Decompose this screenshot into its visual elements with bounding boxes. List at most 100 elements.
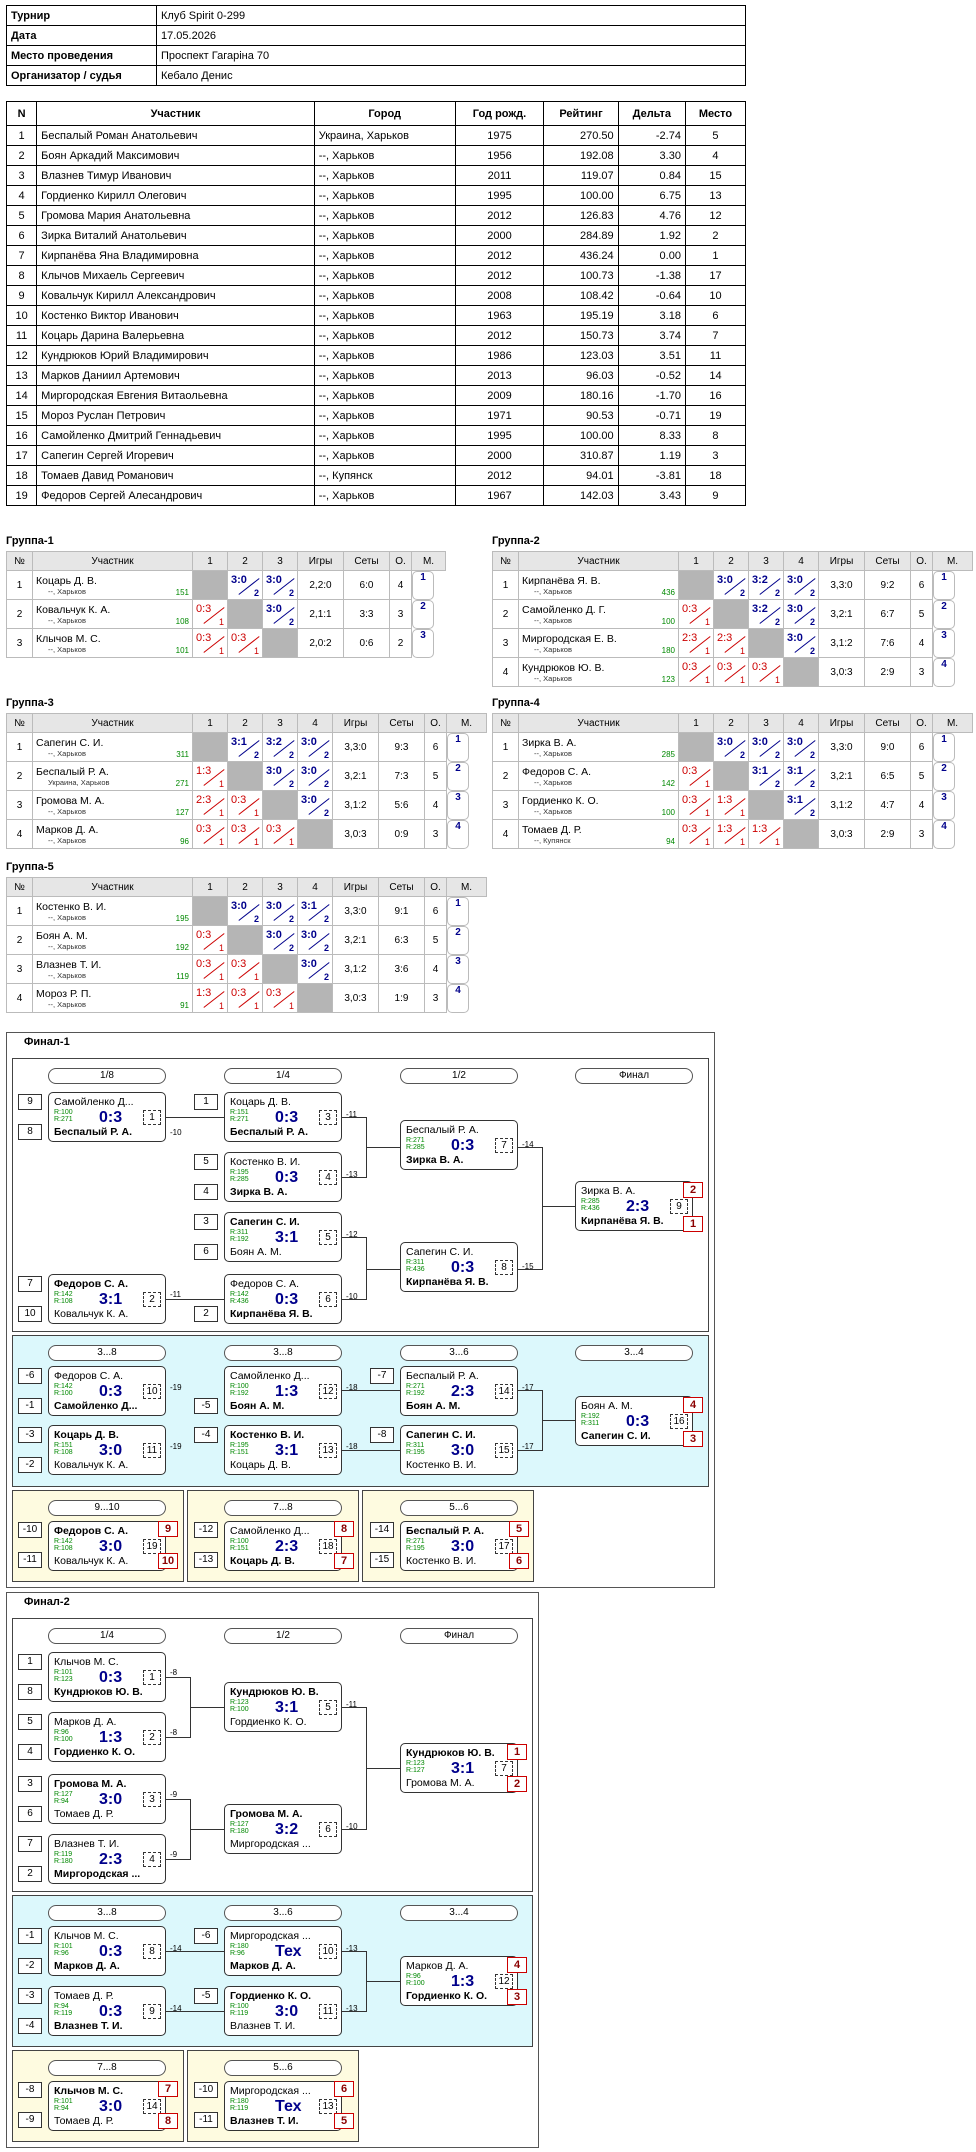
match-box[interactable]: Зирка В. А. R:285 R:436 2:3 9 Кирпанёва Я. В. — [575, 1181, 693, 1231]
match-score: 3:1 — [451, 1760, 475, 1777]
match-points: 2 — [323, 808, 329, 818]
group-sets: 3:6 — [378, 954, 425, 984]
player-city: --, Харьков — [48, 644, 86, 654]
participant-cell: 2000 — [454, 225, 545, 246]
player-2: Коцарь Д. В. — [230, 1555, 295, 1567]
participant-cell: 6.75 — [617, 185, 686, 206]
match-box[interactable]: Самойленко Д... R:100 R:271 0:3 1 Беспалый Р.… — [48, 1092, 166, 1142]
group-row: 1 Костенко В. И. --, Харьков 195 3:0 2 3:0 2 3:1… — [6, 896, 487, 926]
rating-2: R:285 — [230, 1176, 249, 1183]
match-box[interactable]: Гордиенко К. О. R:100 R:119 3:0 11 Влазнев Т.… — [224, 1986, 342, 2036]
participant-cell: 2012 — [454, 325, 545, 346]
player-cell: Самойленко Д. Г. --, Харьков 100 — [518, 599, 679, 629]
match-box[interactable]: Марков Д. А. R:96 R:100 1:3 2 Гордиенко К. О. — [48, 1712, 166, 1762]
match-box[interactable]: Федоров С. А. R:142 R:100 0:3 10 Самойленко Д… — [48, 1366, 166, 1416]
match-box[interactable]: Сапегин С. И. R:311 R:195 3:0 15 Костенко В. … — [400, 1425, 518, 1475]
match-number: 15 — [495, 1443, 513, 1458]
group-row: 3 Клычов М. С. --, Харьков 101 0:3 1 0:3 1 2,0:2… — [6, 628, 446, 658]
group-column-header: 2 — [713, 713, 749, 733]
match-box[interactable]: Марков Д. А. R:96 R:100 1:3 12 Гордиенко К. О… — [400, 1956, 518, 2006]
participant-cell: Влазнев Тимур Иванович — [36, 165, 315, 186]
place-number: 1 — [507, 1744, 527, 1760]
match-box[interactable]: Боян А. М. R:192 R:311 0:3 16 Сапегин С. И. — [575, 1396, 693, 1446]
group-sets: 6:5 — [864, 761, 911, 791]
match-box[interactable]: Беспалый Р. А. R:271 R:195 3:0 17 Костенко В.… — [400, 1521, 518, 1571]
participant-cell: --, Харьков — [313, 325, 456, 346]
final-1-title: Финал-1 — [24, 1036, 70, 1048]
match-box[interactable]: Костенко В. И. R:195 R:151 3:1 13 Коцарь Д. В… — [224, 1425, 342, 1475]
participant-cell: 270.50 — [543, 125, 619, 146]
match-box[interactable]: Миргородская ... R:180 R:96 Тех 10 Марков Д. … — [224, 1926, 342, 1976]
match-box[interactable]: Беспалый Р. А. R:271 R:285 0:3 7 Зирка В. А. — [400, 1120, 518, 1170]
rating-1: R:100 — [230, 2003, 249, 2010]
player-cell: Клычов М. С. --, Харьков 101 — [32, 628, 193, 658]
loser-link: -18 — [346, 1442, 358, 1451]
match-box[interactable]: Влазнев Т. И. R:119 R:180 2:3 4 Миргородская … — [48, 1834, 166, 1884]
rating-2: R:195 — [406, 1449, 425, 1456]
participant-cell: 180.16 — [543, 385, 619, 406]
participant-cell: 19 — [684, 405, 747, 426]
group-column-header: № — [6, 551, 33, 571]
participant-cell: Марков Даниил Артемович — [36, 365, 315, 386]
player-rating: 119 — [176, 972, 189, 981]
place-number: 4 — [507, 1957, 527, 1973]
match-box[interactable]: Самойленко Д... R:100 R:151 2:3 18 Коцарь Д. … — [224, 1521, 342, 1571]
participant-cell: 126.83 — [543, 205, 619, 226]
match-box[interactable]: Миргородская ... R:180 R:119 Тех 13 Влазнев Т… — [224, 2081, 342, 2131]
score-cell: 0:3 1 — [192, 628, 228, 658]
match-score: 3:0 — [275, 2003, 299, 2020]
participant-cell: 2008 — [454, 285, 545, 306]
player-1: Марков Д. А. — [406, 1960, 469, 1972]
loser-link: -13 — [346, 1170, 358, 1179]
participant-cell: Федоров Сергей Алесандрович — [36, 485, 315, 506]
match-score: 3:2 — [266, 736, 282, 748]
participant-cell: 96.03 — [543, 365, 619, 386]
row-number: 3 — [6, 628, 33, 658]
match-box[interactable]: Клычов М. С. R:101 R:96 0:3 8 Марков Д. А. — [48, 1926, 166, 1976]
match-box[interactable]: Томаев Д. Р. R:94 R:119 0:3 9 Влазнев Т. И. — [48, 1986, 166, 2036]
seed-number: -9 — [18, 2112, 42, 2128]
participant-cell: -0.64 — [617, 285, 686, 306]
match-score: 0:3 — [99, 2003, 123, 2020]
match-box[interactable]: Кундрюков Ю. В. R:123 R:127 3:1 7 Громова М. … — [400, 1743, 518, 1793]
score-cell: 1:3 1 — [192, 983, 228, 1013]
group-column-header: 1 — [192, 877, 228, 897]
rating-2: R:151 — [230, 1449, 249, 1456]
loser-link: -13 — [346, 1944, 358, 1953]
loser-link: -14 — [522, 1140, 534, 1149]
match-score: 3:0 — [301, 929, 317, 941]
match-box[interactable]: Кундрюков Ю. В. R:123 R:100 3:1 5 Гордиенко К… — [224, 1682, 342, 1732]
group-o: 5 — [910, 599, 933, 629]
match-box[interactable]: Клычов М. С. R:101 R:94 3:0 14 Томаев Д. Р. — [48, 2081, 166, 2131]
participant-cell: 3.43 — [617, 485, 686, 506]
match-box[interactable]: Коцарь Д. В. R:151 R:271 0:3 3 Беспалый Р. А. — [224, 1092, 342, 1142]
match-box[interactable]: Клычов М. С. R:101 R:123 0:3 1 Кундрюков Ю. В… — [48, 1652, 166, 1702]
participant-cell: 3 — [5, 165, 38, 186]
match-box[interactable]: Федоров С. А. R:142 R:436 0:3 6 Кирпанёва Я. … — [224, 1274, 342, 1324]
match-box[interactable]: Коцарь Д. В. R:151 R:108 3:0 11 Ковальчук К. … — [48, 1425, 166, 1475]
match-box[interactable]: Сапегин С. И. R:311 R:192 3:1 5 Боян А. М. — [224, 1212, 342, 1262]
score-cell: 0:3 1 — [227, 983, 263, 1013]
match-number: 2 — [143, 1730, 161, 1745]
player-2: Боян А. М. — [230, 1400, 285, 1412]
seed-number: -1 — [18, 1398, 42, 1414]
match-box[interactable]: Громова М. А. R:127 R:180 3:2 6 Миргородская … — [224, 1804, 342, 1854]
rating-1: R:195 — [230, 1169, 249, 1176]
participant-cell: Кирпанёва Яна Владимировна — [36, 245, 315, 266]
score-cell: 0:3 1 — [678, 599, 714, 629]
match-box[interactable]: Федоров С. А. R:142 R:108 3:1 2 Ковальчук К. … — [48, 1274, 166, 1324]
match-box[interactable]: Федоров С. А. R:142 R:108 3:0 19 Ковальчук К.… — [48, 1521, 166, 1571]
rating-1: R:100 — [230, 1538, 249, 1545]
rating-1: R:127 — [54, 1791, 73, 1798]
connector-line — [366, 1981, 400, 1982]
participant-cell: 142.03 — [543, 485, 619, 506]
match-box[interactable]: Беспалый Р. А. R:271 R:192 2:3 14 Боян А. М. — [400, 1366, 518, 1416]
match-box[interactable]: Сапегин С. И. R:311 R:436 0:3 8 Кирпанёва Я. … — [400, 1242, 518, 1292]
player-1: Федоров С. А. — [54, 1525, 128, 1537]
match-box[interactable]: Самойленко Д... R:100 R:192 1:3 12 Боян А. М. — [224, 1366, 342, 1416]
rating-2: R:100 — [230, 1706, 249, 1713]
player-city: --, Харьков — [534, 586, 572, 596]
match-box[interactable]: Костенко В. И. R:195 R:285 0:3 4 Зирка В. А. — [224, 1152, 342, 1202]
player-city: --, Харьков — [534, 673, 572, 683]
match-box[interactable]: Громова М. А. R:127 R:94 3:0 3 Томаев Д. Р. — [48, 1774, 166, 1824]
